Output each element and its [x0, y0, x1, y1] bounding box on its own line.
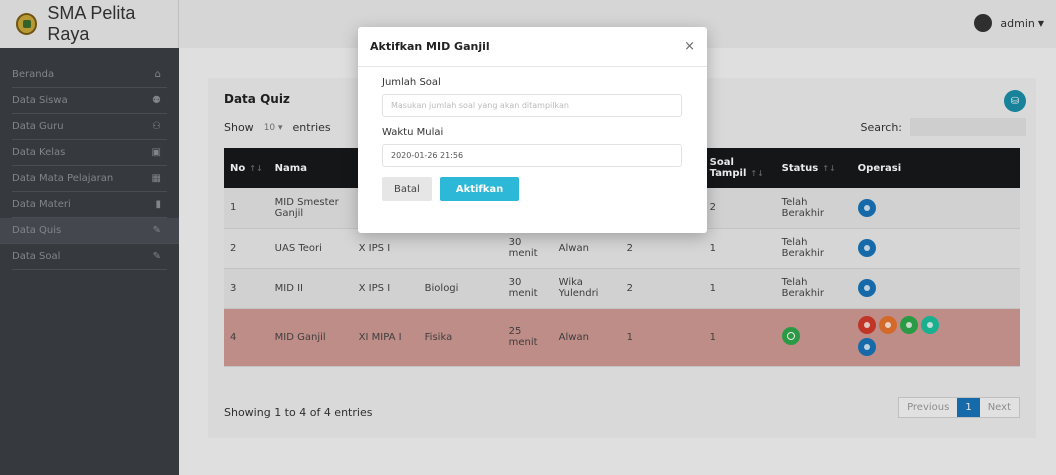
close-icon[interactable]: × — [684, 39, 695, 54]
jumlah-soal-input[interactable]: Masukan jumlah soal yang akan ditampilka… — [382, 94, 682, 117]
activate-button[interactable]: Aktifkan — [439, 177, 520, 201]
jumlah-soal-label: Jumlah Soal — [382, 77, 441, 88]
waktu-mulai-input[interactable]: 2020-01-26 21:56 — [382, 144, 682, 167]
cancel-button[interactable]: Batal — [382, 177, 432, 201]
modal-title: Aktifkan MID Ganjil — [370, 40, 490, 53]
modal-body: Jumlah Soal Masukan jumlah soal yang aka… — [358, 67, 707, 211]
waktu-mulai-label: Waktu Mulai — [382, 127, 444, 138]
modal-header: Aktifkan MID Ganjil × — [358, 27, 707, 67]
activate-modal: Aktifkan MID Ganjil × Jumlah Soal Masuka… — [358, 27, 707, 233]
modal-actions: Batal Aktifkan — [382, 177, 683, 201]
